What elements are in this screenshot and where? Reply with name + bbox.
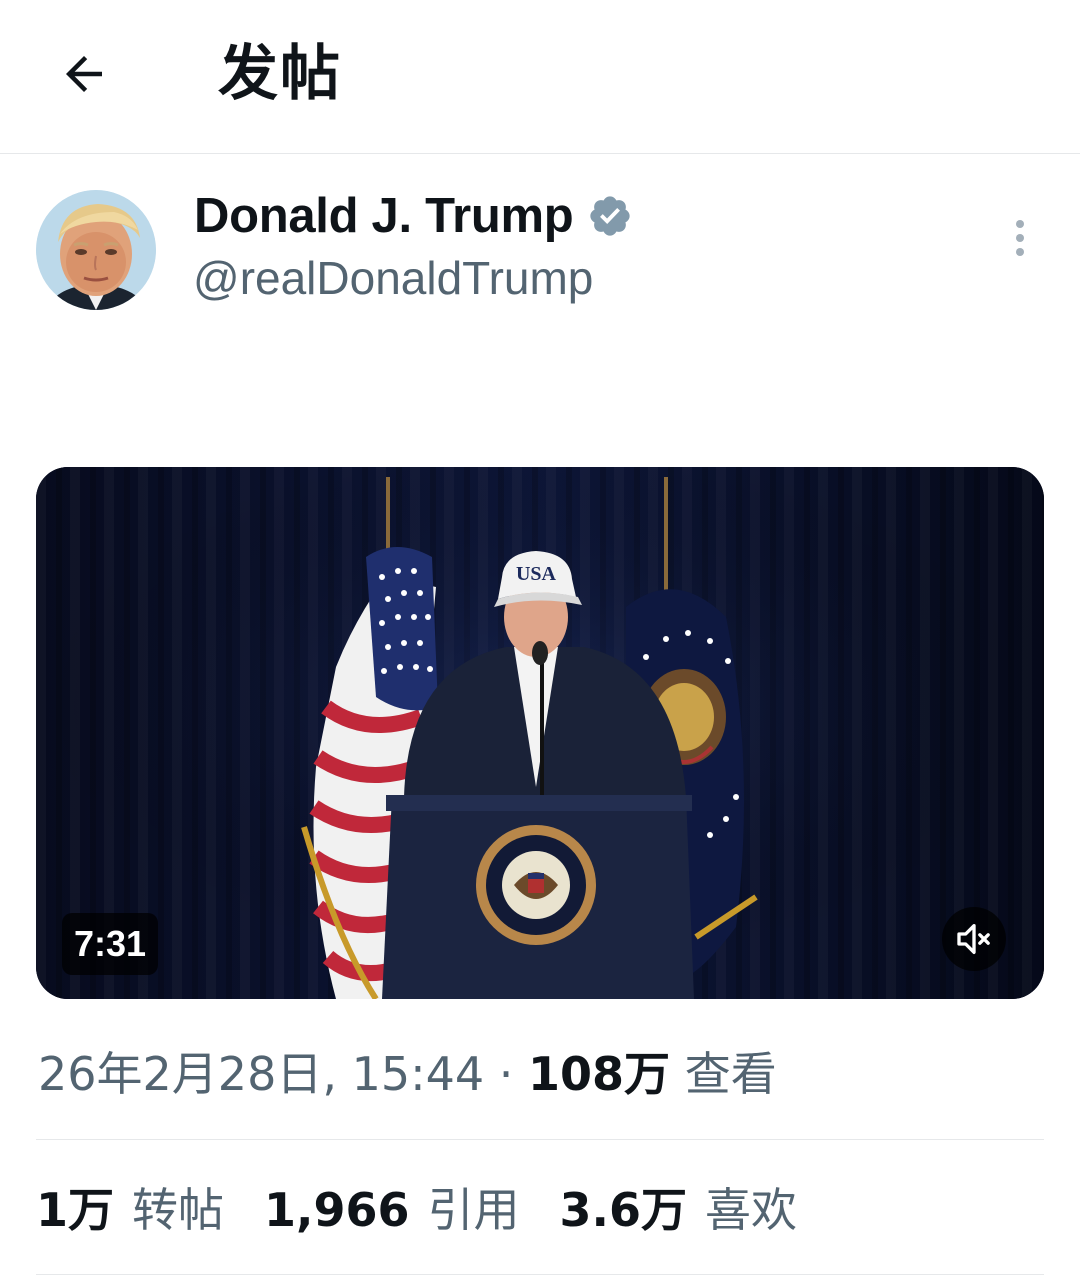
page-title: 发帖: [218, 39, 342, 109]
reposts-count: 1万: [36, 1183, 115, 1237]
views-count[interactable]: 108万: [528, 1047, 670, 1101]
quotes-stat[interactable]: 1,966 引用: [264, 1178, 520, 1242]
likes-label: 喜欢: [705, 1183, 798, 1237]
video-frame: USA: [36, 467, 1044, 999]
likes-stat[interactable]: 3.6万 喜欢: [560, 1178, 798, 1242]
author-name[interactable]: Donald J. Trump: [194, 186, 574, 246]
cap-text: USA: [516, 563, 557, 585]
back-button[interactable]: [44, 34, 124, 114]
more-vertical-icon: [1016, 220, 1024, 256]
mute-button[interactable]: [942, 907, 1006, 971]
top-bar: 发帖: [0, 0, 1080, 154]
views-label[interactable]: 查看: [685, 1047, 777, 1101]
speaker-muted-icon: [957, 924, 990, 954]
quotes-label: 引用: [427, 1183, 520, 1237]
engagement-stats: 1万 转帖 1,966 引用 3.6万 喜欢: [36, 1178, 797, 1242]
avatar[interactable]: [36, 190, 156, 310]
meta-separator: ·: [498, 1047, 514, 1101]
likes-count: 3.6万: [559, 1183, 688, 1237]
video-duration: 7:31: [62, 913, 159, 975]
divider: [36, 1274, 1044, 1275]
video-player[interactable]: USA 7:31: [36, 467, 1044, 999]
post-meta: 26年2月28日, 15:44 · 108万 查看: [38, 1042, 777, 1106]
divider: [36, 1139, 1044, 1140]
author-handle[interactable]: @realDonaldTrump: [193, 248, 593, 308]
author-name-row: Donald J. Trump: [194, 186, 633, 246]
reposts-stat[interactable]: 1万 转帖: [36, 1178, 224, 1242]
arrow-left-icon: [66, 56, 102, 92]
verified-badge-icon: [587, 193, 633, 239]
quotes-count: 1,966: [264, 1183, 410, 1237]
reposts-label: 转帖: [132, 1183, 225, 1237]
post-timestamp[interactable]: 26年2月28日, 15:44: [38, 1047, 484, 1101]
podium: [382, 795, 694, 999]
more-options-button[interactable]: [996, 210, 1044, 266]
